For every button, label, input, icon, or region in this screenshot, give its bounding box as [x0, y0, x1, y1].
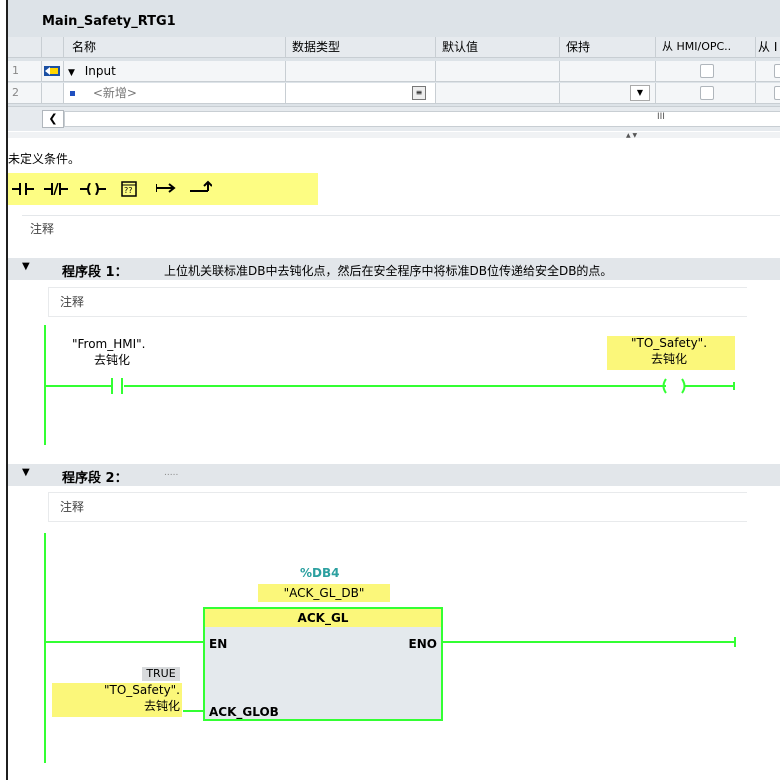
add-new-placeholder[interactable]: <新增>	[93, 86, 137, 100]
rung-wire	[124, 385, 666, 387]
hmi-checkbox[interactable]	[700, 86, 714, 100]
rung-end	[734, 637, 736, 647]
contact-tag[interactable]: "From_HMI". 去钝化	[62, 337, 162, 368]
network-1-comment[interactable]: 注释	[60, 293, 84, 310]
contact-tag-line1: "From_HMI".	[72, 337, 146, 351]
input-tag[interactable]: "TO_Safety". 去钝化	[52, 683, 182, 717]
horizontal-scrollbar[interactable]: ❮ III	[8, 106, 780, 131]
input-tag-line1: "TO_Safety".	[103, 683, 180, 697]
row-number: 1	[8, 61, 42, 81]
column-header-name[interactable]: 名称	[64, 37, 286, 57]
en-pin: EN	[209, 637, 228, 651]
column-header-hmi[interactable]: 从 HMI/OPC..	[656, 37, 756, 57]
scroll-track[interactable]: III	[64, 111, 780, 127]
contact-nc-icon[interactable]	[44, 183, 68, 195]
hmi-checkbox-2[interactable]	[774, 86, 780, 100]
rung-wire	[46, 641, 204, 643]
network-1-title: 程序段 1：	[62, 265, 128, 280]
network-2-title: 程序段 2：	[62, 471, 128, 486]
table-header-row: 名称 数据类型 默认值 保持 从 HMI/OPC.. 从 I	[8, 37, 780, 58]
expand-arrow-icon[interactable]: ▼	[68, 68, 75, 78]
column-header-datatype[interactable]: 数据类型	[286, 37, 436, 57]
input-wire	[183, 710, 203, 712]
network-1-header[interactable]: ▼ 程序段 1： 上位机关联标准DB中去钝化点，然后在安全程序中将标准DB位传递…	[8, 258, 780, 280]
hmi-checkbox-2[interactable]	[774, 64, 780, 78]
retain-dropdown[interactable]: ▼	[630, 85, 650, 101]
column-header-retain[interactable]: 保持	[560, 37, 656, 57]
column-header-default[interactable]: 默认值	[436, 37, 560, 57]
collapse-arrow-icon[interactable]: ▼	[22, 467, 30, 478]
rung-wire	[46, 385, 112, 387]
power-rail	[44, 533, 46, 763]
svg-text:??: ??	[124, 186, 133, 195]
input-actual-value: TRUE	[142, 667, 180, 681]
output-coil-symbol[interactable]	[656, 378, 736, 394]
block-interface-title: Main_Safety_RTG1	[42, 14, 176, 29]
eno-pin: ENO	[408, 637, 437, 651]
hmi-checkbox[interactable]	[700, 64, 714, 78]
rung-wire	[443, 641, 735, 643]
network-1-description[interactable]: 上位机关联标准DB中去钝化点，然后在安全程序中将标准DB位传递给安全DB的点。	[164, 262, 612, 279]
function-block[interactable]: ACK_GL EN ENO ACK_GLOB	[203, 607, 443, 721]
ladder-toolbar: ??	[8, 173, 318, 205]
chevron-down-icon: ▼	[636, 88, 644, 97]
bullet-icon	[70, 91, 75, 96]
input-tag-line2: 去钝化	[143, 699, 180, 713]
coil-tag[interactable]: "TO_Safety". 去钝化	[607, 336, 735, 370]
input-section-icon	[44, 66, 60, 76]
open-branch-icon[interactable]	[156, 181, 178, 195]
condition-text: 未定义条件。	[8, 152, 81, 166]
contact-tag-line2: 去钝化	[94, 353, 131, 367]
table-row[interactable]: 2 <新增> ≡ ▼	[8, 83, 780, 104]
row-name[interactable]: Input	[85, 64, 116, 78]
datatype-browse-icon[interactable]: ≡	[412, 86, 426, 100]
collapse-arrow-icon[interactable]: ▼	[22, 261, 30, 272]
network-2-comment[interactable]: 注释	[60, 498, 84, 515]
contact-no-icon[interactable]	[12, 183, 34, 195]
coil-tag-line2: 去钝化	[651, 352, 688, 366]
coil-icon[interactable]	[80, 183, 106, 195]
network-2-description[interactable]: .....	[164, 468, 178, 478]
row-number: 2	[8, 83, 42, 103]
table-row[interactable]: 1 ▼ Input	[8, 61, 780, 82]
network-2-header[interactable]: ▼ 程序段 2： .....	[8, 464, 780, 486]
ack-glob-pin: ACK_GLOB	[209, 705, 279, 719]
function-block-name: ACK_GL	[205, 609, 441, 627]
instance-db-name[interactable]: "ACK_GL_DB"	[258, 584, 390, 602]
scroll-left-icon[interactable]: ❮	[42, 110, 64, 128]
scroll-grip[interactable]: III	[657, 112, 665, 122]
empty-box-icon[interactable]: ??	[120, 180, 138, 198]
column-header-hmi-2[interactable]: 从 I	[756, 37, 780, 57]
splitter-arrows-icon[interactable]: ▲ ▼	[626, 133, 666, 139]
close-branch-icon[interactable]	[190, 179, 212, 195]
coil-tag-line1: "TO_Safety".	[631, 336, 708, 350]
left-border	[0, 0, 8, 780]
instance-db-address: %DB4	[300, 566, 340, 580]
